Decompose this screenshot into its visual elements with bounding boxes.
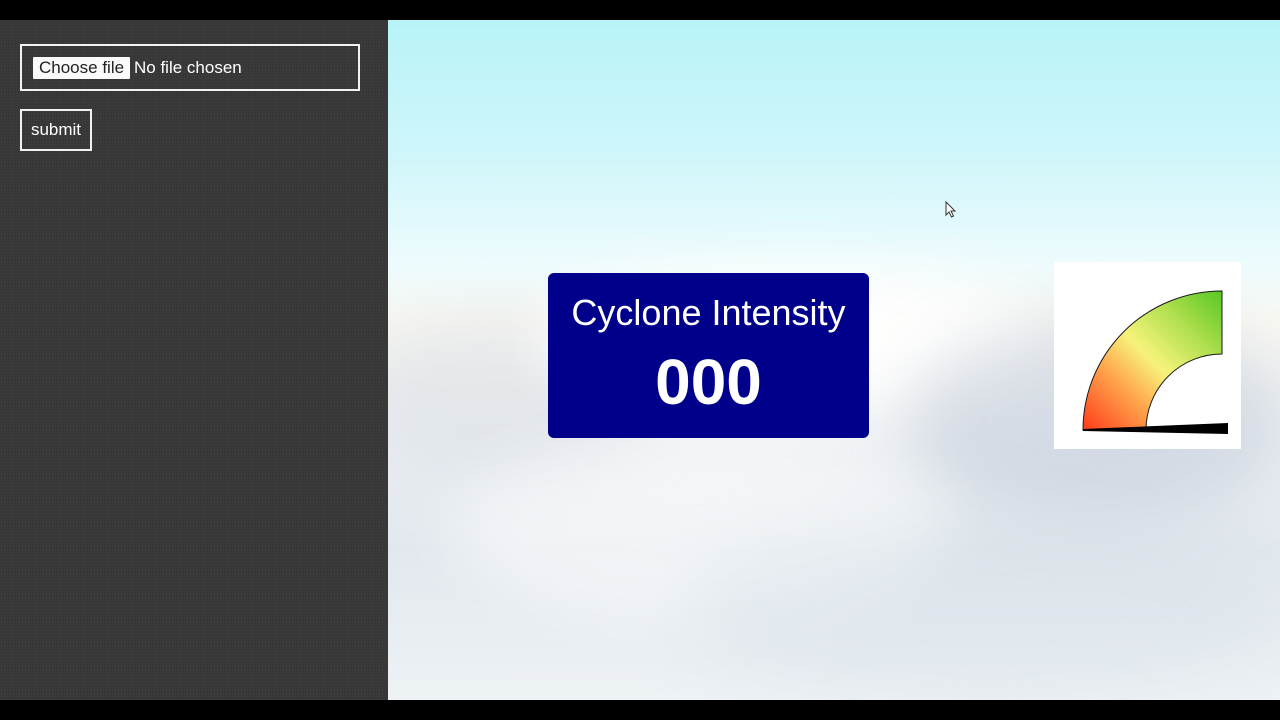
- gauge-svg: [1082, 290, 1228, 434]
- intensity-card: Cyclone Intensity 000: [548, 273, 869, 438]
- top-letterbox: [0, 0, 1280, 20]
- main-panel: Cyclone Intensity 000: [388, 20, 1280, 700]
- intensity-gauge: [1054, 262, 1241, 449]
- submit-button[interactable]: submit: [20, 109, 92, 151]
- file-status-text: No file chosen: [134, 58, 242, 77]
- cloud-background: [688, 520, 1280, 700]
- intensity-value: 000: [655, 346, 762, 418]
- choose-file-button[interactable]: Choose file: [33, 57, 131, 79]
- intensity-title: Cyclone Intensity: [571, 292, 846, 333]
- sidebar: Choose file No file chosen submit: [0, 20, 388, 700]
- bottom-letterbox: [0, 700, 1280, 720]
- gauge-arc: [1082, 290, 1223, 431]
- file-upload-field[interactable]: Choose file No file chosen: [20, 44, 360, 91]
- mouse-cursor-icon: [945, 201, 957, 218]
